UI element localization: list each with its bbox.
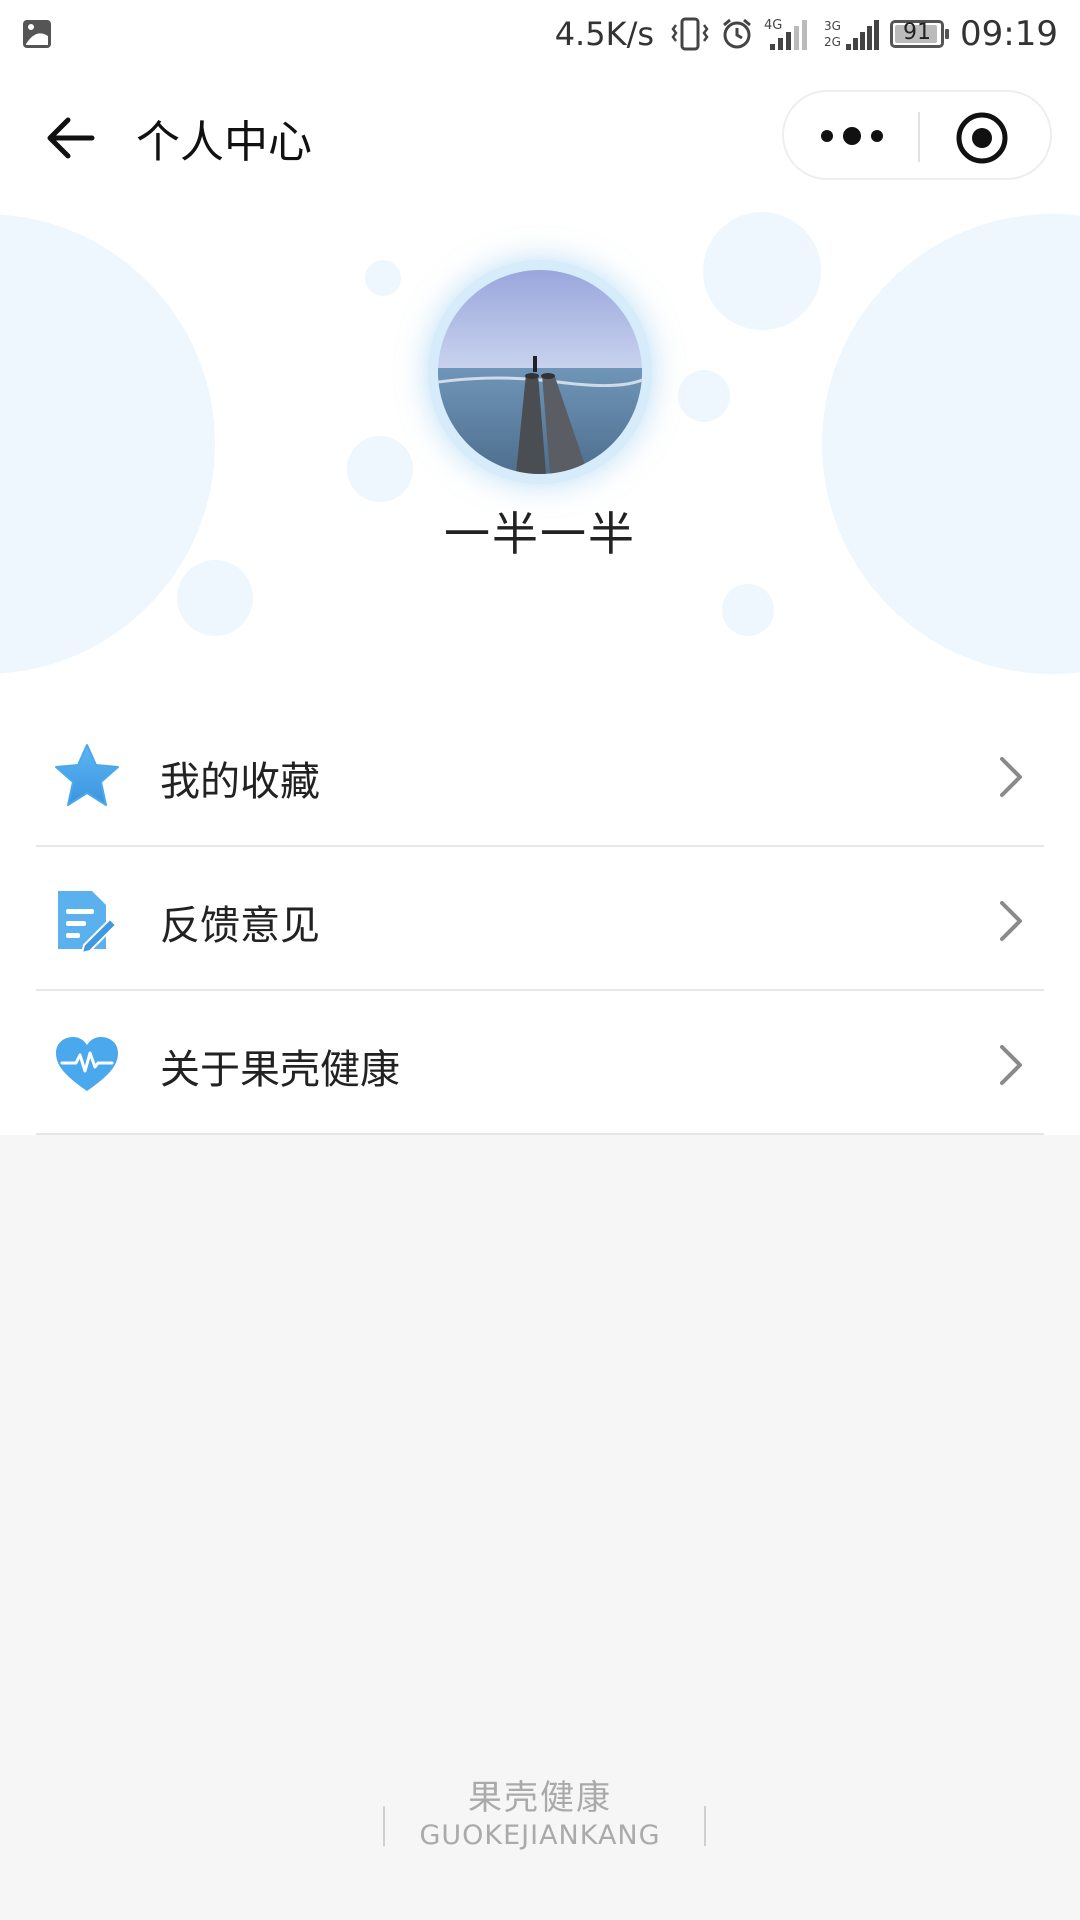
vibrate-icon xyxy=(671,17,709,51)
footer-brand-en: GUOKEJIANKANG xyxy=(419,1820,661,1851)
signal-2-label-bottom: 2G xyxy=(824,35,841,49)
avatar-image xyxy=(438,270,642,474)
chevron-right-icon xyxy=(1000,1045,1022,1085)
menu-list: 我的收藏 反馈意见 关于果壳健康 xyxy=(0,703,1080,1135)
alarm-icon xyxy=(723,18,751,49)
footer-divider-right xyxy=(704,1806,706,1846)
signal-4g-icon: 4G xyxy=(764,18,808,50)
more-dot-icon xyxy=(821,130,833,142)
avatar[interactable] xyxy=(438,270,642,474)
status-icons: 4.5K/s 4G 3G 2G 91 09:19 xyxy=(555,12,1058,56)
network-speed: 4.5K/s xyxy=(554,15,655,53)
decor-bubble xyxy=(365,260,401,296)
signal-1-label: 4G xyxy=(764,18,782,33)
signal-2-label-top: 3G xyxy=(824,19,841,33)
menu-item-feedback[interactable]: 反馈意见 xyxy=(0,847,1080,991)
close-miniprogram-icon[interactable] xyxy=(954,110,1010,166)
star-icon xyxy=(55,744,119,806)
profile-header: 一半一半 xyxy=(0,208,1080,703)
feedback-document-icon xyxy=(58,891,118,953)
capsule-divider xyxy=(918,112,920,162)
clock-time: 09:19 xyxy=(960,14,1058,54)
menu-item-label: 我的收藏 xyxy=(160,759,320,805)
decor-bubble xyxy=(177,560,253,636)
menu-item-favorites[interactable]: 我的收藏 xyxy=(0,703,1080,847)
battery-icon: 91 xyxy=(890,20,950,48)
signal-3g-2g-icon: 3G 2G xyxy=(824,19,880,50)
page-title: 个人中心 xyxy=(136,117,312,168)
back-arrow-icon[interactable] xyxy=(40,108,100,168)
menu-item-label: 反馈意见 xyxy=(160,903,320,949)
decor-bubble xyxy=(822,214,1080,674)
chevron-right-icon xyxy=(1000,757,1022,797)
chevron-right-icon xyxy=(1000,901,1022,941)
decor-bubble xyxy=(678,370,730,422)
menu-item-about[interactable]: 关于果壳健康 xyxy=(0,991,1080,1135)
decor-bubble xyxy=(347,436,413,502)
heart-pulse-icon xyxy=(56,1037,118,1091)
footer-brand: 果壳健康 GUOKEJIANKANG xyxy=(0,1766,1080,1866)
avatar-frame xyxy=(428,260,652,484)
footer-brand-cn: 果壳健康 xyxy=(468,1778,612,1818)
decor-bubble xyxy=(722,584,774,636)
status-bar: 4.5K/s 4G 3G 2G 91 09:19 xyxy=(0,0,1080,68)
menu-item-label: 关于果壳健康 xyxy=(160,1047,400,1093)
miniprogram-capsule xyxy=(782,90,1052,180)
navigation-bar: 个人中心 xyxy=(0,68,1080,208)
gallery-notification-icon xyxy=(23,20,51,48)
footer-divider-left xyxy=(383,1806,385,1846)
battery-level: 91 xyxy=(903,20,932,45)
more-dot-icon xyxy=(871,130,883,142)
divider xyxy=(36,1133,1044,1135)
decor-bubble xyxy=(703,212,821,330)
username: 一半一半 xyxy=(444,507,636,561)
more-options-button[interactable] xyxy=(802,106,902,166)
more-dot-icon xyxy=(843,127,861,145)
